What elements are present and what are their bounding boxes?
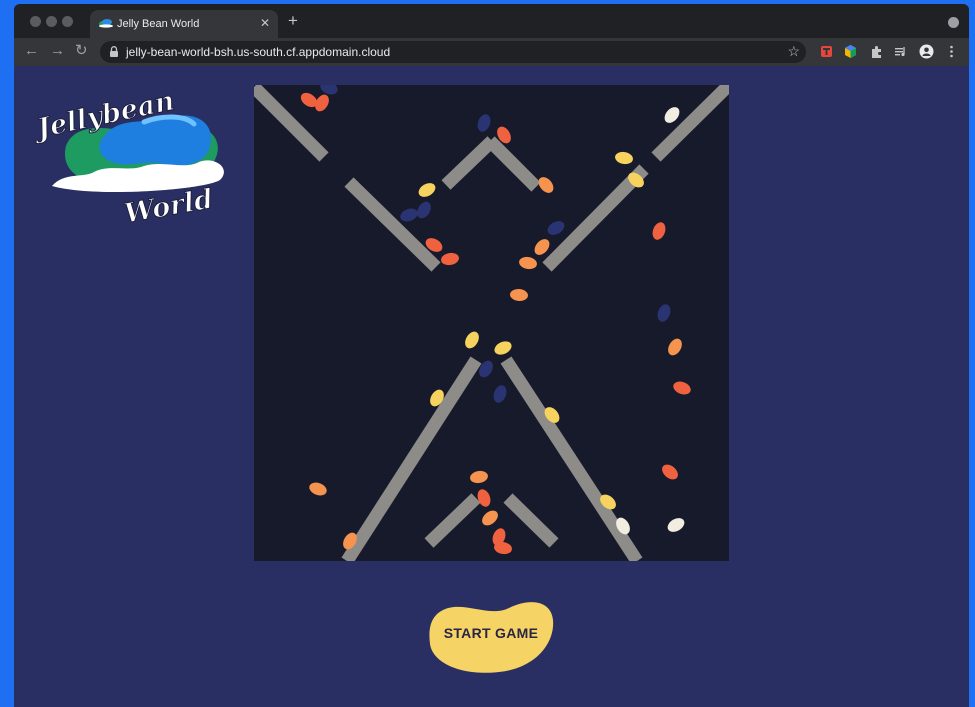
browser-window: Jelly Bean World ✕ + ← → ↻ jelly-bean-wo… (14, 4, 969, 707)
jelly-bean-red (477, 489, 491, 507)
jelly-bean-red (652, 222, 666, 240)
media-queue-icon[interactable] (893, 44, 908, 59)
jelly-bean-red (673, 381, 691, 395)
back-arrow-icon[interactable]: ← (24, 43, 39, 59)
ramp-3 (441, 136, 497, 190)
jelly-bean-navy (493, 385, 507, 403)
jelly-bean-navy (400, 208, 418, 222)
jelly-bean-orange (668, 338, 682, 356)
tab-search-icon[interactable] (948, 17, 959, 28)
browser-toolbar: ← → ↻ jelly-bean-world-bsh.us-south.cf.a… (14, 38, 969, 66)
tab-jelly-bean-world[interactable]: Jelly Bean World ✕ (90, 10, 278, 38)
profile-avatar-icon[interactable] (919, 44, 934, 59)
jelly-bean-navy (477, 114, 491, 132)
jelly-bean-orange (534, 239, 550, 255)
lock-icon (110, 46, 118, 57)
extensions-puzzle-icon[interactable] (869, 44, 884, 59)
jelly-bean-orange (482, 510, 498, 526)
ramp-9 (424, 493, 481, 548)
ramp-5 (542, 164, 649, 272)
jelly-bean-yellow (418, 183, 436, 197)
game-board[interactable] (254, 85, 729, 561)
ramp-8 (500, 356, 643, 561)
jelly-bean-orange (538, 177, 554, 193)
bookmark-star-icon[interactable]: ☆ (787, 43, 800, 60)
jellybean-favicon-icon (99, 19, 113, 28)
address-bar[interactable]: jelly-bean-world-bsh.us-south.cf.appdoma… (100, 41, 806, 63)
jelly-bean-orange (510, 288, 528, 302)
jelly-bean-navy (417, 201, 431, 219)
jelly-bean-white (664, 107, 680, 123)
game-canvas[interactable] (254, 85, 729, 561)
jelly-bean-navy (320, 85, 338, 95)
window-minimize-dot[interactable] (46, 16, 57, 27)
extension-tp-icon[interactable] (819, 44, 834, 59)
jelly-bean-yellow (494, 341, 512, 355)
jelly-bean-navy (547, 221, 565, 235)
browser-menu-kebab-icon[interactable] (944, 44, 959, 59)
tab-close-icon[interactable]: ✕ (260, 16, 270, 30)
extension-cube-icon[interactable] (843, 44, 858, 59)
window-close-dot[interactable] (30, 16, 41, 27)
window-zoom-dot[interactable] (62, 16, 73, 27)
jelly-bean-yellow (465, 331, 479, 349)
new-tab-button[interactable]: + (288, 12, 298, 29)
tab-strip: Jelly Bean World ✕ + (14, 4, 969, 38)
reload-icon[interactable]: ↻ (75, 43, 88, 59)
jelly-bean-orange (309, 482, 327, 496)
ramp-7 (341, 356, 482, 561)
jelly-bean-yellow (615, 151, 633, 165)
ramp-4 (485, 136, 541, 192)
jelly-bean-white (667, 518, 685, 532)
forward-arrow-icon[interactable]: → (50, 43, 65, 59)
jelly-bean-red (662, 464, 678, 480)
jelly-bean-orange (470, 470, 488, 484)
start-game-label: START GAME (443, 625, 539, 641)
jelly-bean-navy (657, 304, 671, 322)
ramp-10 (503, 493, 559, 548)
jelly-bean-navy (479, 360, 493, 378)
page-content: Jellybean World START GAME (14, 66, 969, 707)
url-text: jelly-bean-world-bsh.us-south.cf.appdoma… (126, 45, 391, 59)
tab-title: Jelly Bean World (117, 18, 200, 30)
start-game-button[interactable]: START GAME (429, 596, 555, 674)
jellybean-world-logo: Jellybean World (34, 86, 224, 224)
jelly-bean-red (441, 252, 459, 266)
jelly-bean-orange (519, 256, 537, 270)
